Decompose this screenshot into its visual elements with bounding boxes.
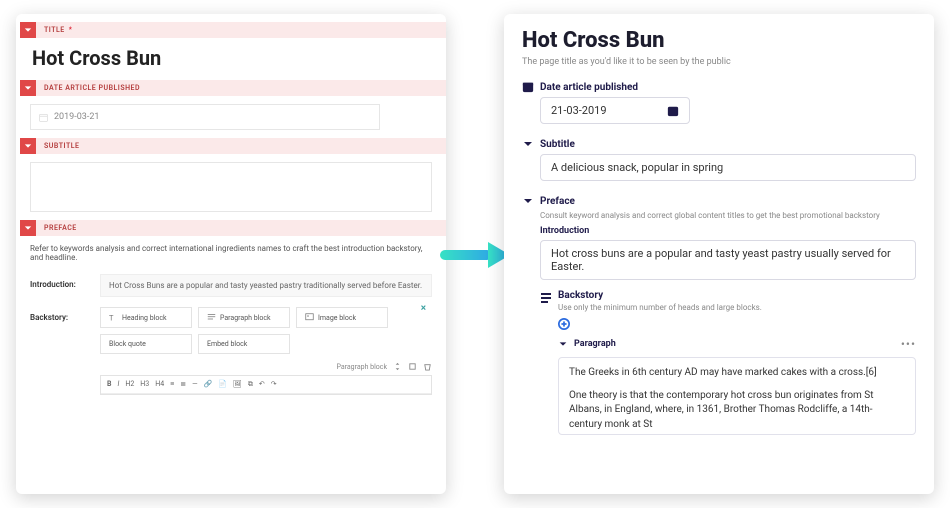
backstory-label: Backstory: bbox=[30, 307, 100, 322]
introduction-label: Introduction: bbox=[30, 274, 100, 289]
rte-link-icon[interactable]: 🔗 bbox=[204, 380, 213, 389]
add-block-button[interactable] bbox=[558, 318, 916, 333]
new-editor-panel: Hot Cross Bun The page title as you'd li… bbox=[504, 14, 934, 494]
preface-section-header[interactable]: PREFACE bbox=[16, 220, 446, 236]
old-editor-panel: TITLE * Hot Cross Bun DATE ARTICLE PUBLI… bbox=[16, 14, 446, 494]
rte-italic[interactable]: I bbox=[117, 380, 119, 389]
preface-help-text: Refer to keywords analysis and correct i… bbox=[30, 244, 432, 262]
chevron-down-icon[interactable] bbox=[558, 339, 568, 349]
subtitle-input[interactable]: A delicious snack, popular in spring bbox=[540, 154, 916, 181]
more-icon[interactable]: ••• bbox=[901, 337, 916, 351]
preface-field-label: PREFACE bbox=[44, 224, 77, 232]
date-input[interactable]: 21-03-2019 bbox=[540, 97, 690, 124]
rte-ul-icon[interactable]: ≣ bbox=[180, 380, 186, 389]
rte-h4[interactable]: H4 bbox=[155, 380, 164, 389]
page-title[interactable]: Hot Cross Bun bbox=[32, 46, 432, 70]
blockquote-block-button[interactable]: Block quote bbox=[100, 334, 192, 354]
rte-h3[interactable]: H3 bbox=[140, 380, 149, 389]
chevron-down-icon[interactable] bbox=[522, 195, 534, 207]
preface-help-text: Consult keyword analysis and correct glo… bbox=[540, 211, 916, 220]
date-input[interactable]: 2019-03-21 bbox=[30, 104, 380, 130]
svg-text:T: T bbox=[109, 314, 114, 323]
rte-ol-icon[interactable]: ≡ bbox=[170, 380, 174, 389]
introduction-value: Hot Cross Buns are a popular and tasty y… bbox=[109, 281, 422, 290]
chooser-label: Paragraph block bbox=[336, 363, 387, 371]
trash-icon[interactable] bbox=[423, 362, 432, 371]
image-icon bbox=[305, 313, 314, 322]
paragraph-editor[interactable]: The Greeks in 6th century AD may have ma… bbox=[558, 357, 916, 435]
chevron-down-icon[interactable] bbox=[20, 80, 36, 96]
required-star: * bbox=[69, 26, 73, 34]
close-icon[interactable]: × bbox=[421, 303, 426, 314]
copy-icon[interactable] bbox=[408, 362, 417, 371]
paragraph-icon bbox=[207, 313, 216, 322]
introduction-label: Introduction bbox=[540, 226, 916, 236]
title-section-header[interactable]: TITLE * bbox=[16, 22, 446, 38]
rte-h2[interactable]: H2 bbox=[125, 380, 134, 389]
preface-field-label: Preface bbox=[540, 196, 575, 207]
date-value: 2019-03-21 bbox=[54, 112, 99, 122]
subtitle-value: A delicious snack, popular in spring bbox=[551, 161, 723, 174]
rte-doc-icon[interactable]: 📄 bbox=[218, 380, 227, 389]
image-block-button[interactable]: Image block bbox=[296, 307, 388, 328]
subtitle-field-label: Subtitle bbox=[540, 139, 575, 150]
heading-block-button[interactable]: T Heading block bbox=[100, 307, 192, 328]
block-picker: × T Heading block Paragraph block Image … bbox=[100, 307, 432, 354]
heading-icon: T bbox=[109, 313, 118, 322]
date-value: 21-03-2019 bbox=[551, 104, 607, 117]
backstory-help-text: Use only the minimum number of heads and… bbox=[558, 303, 762, 312]
subtitle-field-label: SUBTITLE bbox=[44, 142, 79, 150]
paragraph-block-button[interactable]: Paragraph block bbox=[198, 307, 290, 328]
rich-text-editor[interactable]: B I H2 H3 H4 ≡ ≣ ― 🔗 📄 🖼 ⧉ ↶ bbox=[100, 375, 432, 395]
rte-redo-icon[interactable]: ↷ bbox=[271, 380, 277, 389]
rte-hr-icon[interactable]: ― bbox=[192, 380, 197, 389]
paragraph-block-label: Paragraph bbox=[574, 339, 616, 349]
page-title[interactable]: Hot Cross Bun bbox=[522, 28, 916, 53]
rte-bold[interactable]: B bbox=[107, 380, 111, 389]
date-field-label: Date article published bbox=[540, 82, 638, 93]
chevron-down-icon[interactable] bbox=[20, 22, 36, 38]
introduction-input[interactable]: Hot cross buns are a popular and tasty y… bbox=[540, 240, 916, 280]
block-toolbar: Paragraph block bbox=[100, 362, 432, 371]
chevron-down-icon[interactable] bbox=[20, 138, 36, 154]
transition-arrow-icon bbox=[440, 240, 512, 270]
arrows-icon[interactable] bbox=[393, 362, 402, 371]
chevron-down-icon[interactable] bbox=[522, 138, 534, 150]
title-help-text: The page title as you'd like it to be se… bbox=[522, 57, 916, 67]
backstory-field-label: Backstory bbox=[558, 290, 762, 301]
subtitle-input[interactable] bbox=[30, 162, 432, 212]
date-section-header[interactable]: DATE ARTICLE PUBLISHED bbox=[16, 80, 446, 96]
calendar-icon bbox=[522, 81, 534, 93]
subtitle-section-header[interactable]: SUBTITLE bbox=[16, 138, 446, 154]
rte-undo-icon[interactable]: ↶ bbox=[259, 380, 265, 389]
list-icon bbox=[540, 291, 552, 303]
calendar-icon bbox=[39, 113, 48, 122]
introduction-value: Hot cross buns are a popular and tasty y… bbox=[551, 247, 905, 273]
rte-image-icon[interactable]: 🖼 bbox=[233, 380, 242, 389]
rte-toolbar: B I H2 H3 H4 ≡ ≣ ― 🔗 📄 🖼 ⧉ ↶ bbox=[101, 376, 431, 394]
date-field-label: DATE ARTICLE PUBLISHED bbox=[44, 84, 140, 92]
rte-embed-icon[interactable]: ⧉ bbox=[248, 380, 253, 389]
chevron-down-icon[interactable] bbox=[20, 220, 36, 236]
introduction-input[interactable]: Hot Cross Buns are a popular and tasty y… bbox=[100, 274, 432, 297]
paragraph-text-1: The Greeks in 6th century AD may have ma… bbox=[569, 366, 905, 381]
embed-block-button[interactable]: Embed block bbox=[198, 334, 290, 354]
calendar-icon[interactable] bbox=[667, 105, 679, 117]
paragraph-text-2: One theory is that the contemporary hot … bbox=[569, 389, 905, 433]
title-field-label: TITLE bbox=[44, 26, 65, 34]
